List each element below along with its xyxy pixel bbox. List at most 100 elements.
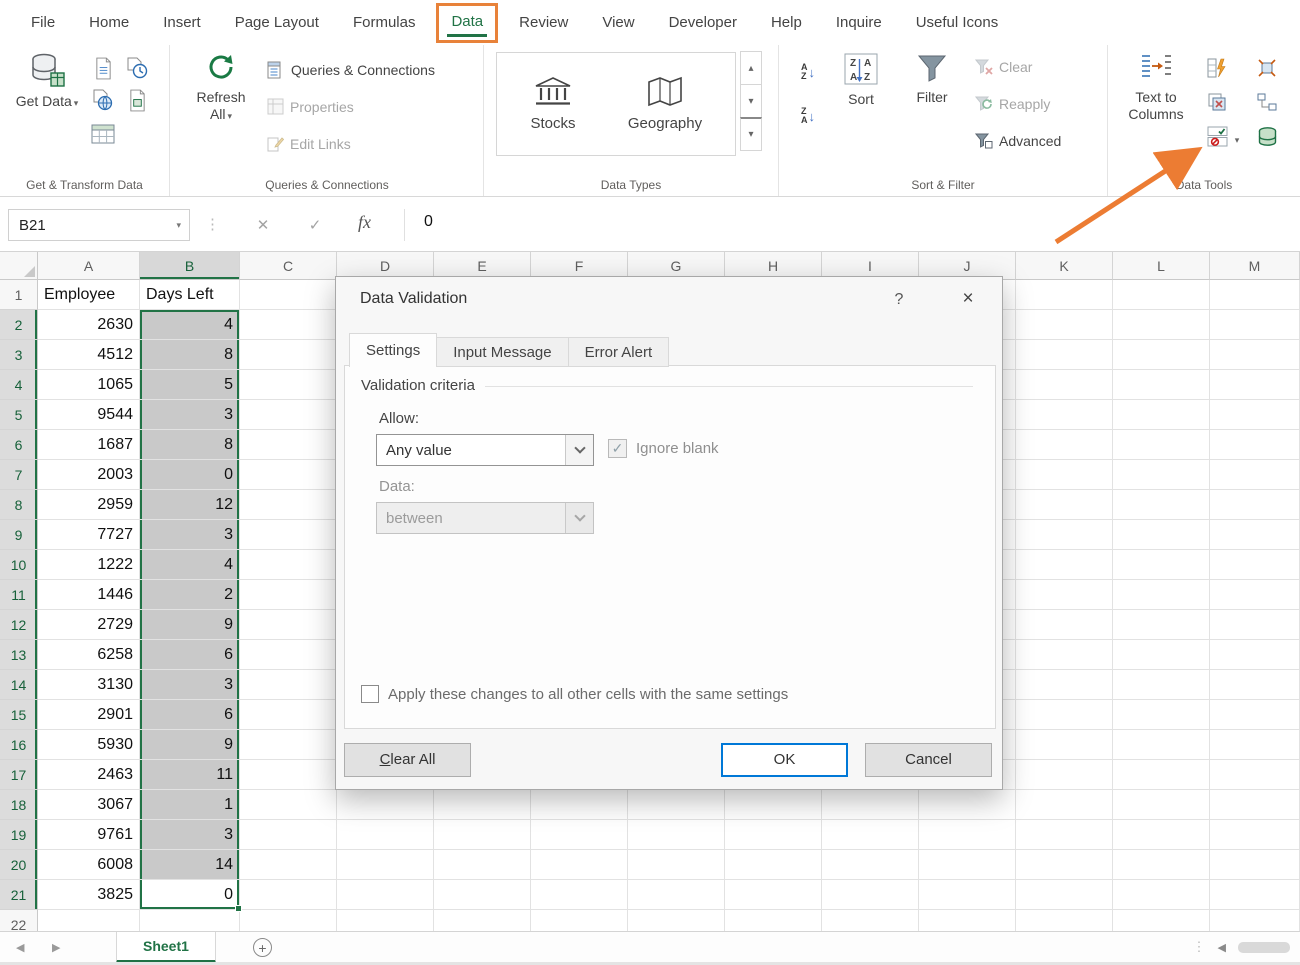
cell-K7[interactable] [1016, 460, 1113, 490]
insert-function-button[interactable]: fx [358, 212, 371, 233]
row-header-15[interactable]: 15 [0, 700, 38, 730]
cell-D18[interactable] [337, 790, 434, 820]
cell-M1[interactable] [1210, 280, 1300, 310]
cell-M20[interactable] [1210, 850, 1300, 880]
cell-A20[interactable]: 6008 [38, 850, 140, 880]
row-header-12[interactable]: 12 [0, 610, 38, 640]
cell-F20[interactable] [531, 850, 628, 880]
cancel-entry-button[interactable]: ✕ [246, 212, 280, 238]
tab-view[interactable]: View [585, 3, 651, 42]
sort-button[interactable]: ZAAZ Sort [831, 53, 891, 108]
cell-K2[interactable] [1016, 310, 1113, 340]
row-header-14[interactable]: 14 [0, 670, 38, 700]
tab-settings[interactable]: Settings [349, 333, 437, 367]
cell-K17[interactable] [1016, 760, 1113, 790]
cell-L17[interactable] [1113, 760, 1210, 790]
edit-links-button[interactable]: Edit Links [267, 135, 351, 152]
row-header-8[interactable]: 8 [0, 490, 38, 520]
cell-M10[interactable] [1210, 550, 1300, 580]
name-box[interactable]: B21 ▾ [8, 209, 190, 241]
cell-K12[interactable] [1016, 610, 1113, 640]
cell-A18[interactable]: 3067 [38, 790, 140, 820]
sheet-nav-right-button[interactable]: ▶ [52, 941, 60, 954]
cell-C8[interactable] [240, 490, 337, 520]
horizontal-scrollbar-thumb[interactable] [1238, 942, 1290, 953]
cell-K20[interactable] [1016, 850, 1113, 880]
fill-handle[interactable] [235, 905, 242, 912]
from-web-button[interactable] [90, 87, 116, 113]
stocks-data-type[interactable]: Stocks [497, 53, 609, 155]
cell-F18[interactable] [531, 790, 628, 820]
refresh-all-button[interactable]: Refresh All▾ [185, 51, 257, 125]
cell-H18[interactable] [725, 790, 822, 820]
cell-A12[interactable]: 2729 [38, 610, 140, 640]
cell-B11[interactable]: 2 [140, 580, 240, 610]
remove-duplicates-button[interactable] [1204, 89, 1230, 115]
cell-K15[interactable] [1016, 700, 1113, 730]
tab-insert[interactable]: Insert [146, 3, 218, 42]
cell-A11[interactable]: 1446 [38, 580, 140, 610]
cell-J22[interactable] [919, 910, 1016, 931]
gallery-scroll-up-button[interactable]: ▴ [740, 51, 762, 85]
flash-fill-button[interactable] [1204, 55, 1230, 81]
row-header-18[interactable]: 18 [0, 790, 38, 820]
tab-error-alert[interactable]: Error Alert [568, 337, 670, 367]
reapply-filter-button[interactable]: Reapply [975, 96, 1050, 112]
cell-A15[interactable]: 2901 [38, 700, 140, 730]
cell-A6[interactable]: 1687 [38, 430, 140, 460]
cell-L12[interactable] [1113, 610, 1210, 640]
sheet-nav-left-button[interactable]: ◀ [16, 941, 24, 954]
gallery-more-button[interactable]: ▾ [740, 117, 762, 151]
ignore-blank-checkbox[interactable]: ✓ Ignore blank [608, 439, 719, 458]
cell-K19[interactable] [1016, 820, 1113, 850]
row-header-7[interactable]: 7 [0, 460, 38, 490]
cell-I21[interactable] [822, 880, 919, 910]
column-header-L[interactable]: L [1113, 252, 1210, 280]
cell-M19[interactable] [1210, 820, 1300, 850]
cell-K9[interactable] [1016, 520, 1113, 550]
cell-A10[interactable]: 1222 [38, 550, 140, 580]
get-data-button[interactable]: Get Data▾ [12, 51, 82, 112]
cell-I19[interactable] [822, 820, 919, 850]
tab-inquire[interactable]: Inquire [819, 3, 899, 42]
cell-F21[interactable] [531, 880, 628, 910]
column-header-M[interactable]: M [1210, 252, 1300, 280]
cell-C2[interactable] [240, 310, 337, 340]
cell-J21[interactable] [919, 880, 1016, 910]
advanced-filter-button[interactable]: Advanced [975, 133, 1061, 149]
cell-E19[interactable] [434, 820, 531, 850]
cell-B6[interactable]: 8 [140, 430, 240, 460]
data-validation-caret[interactable]: ▾ [1230, 127, 1242, 153]
cell-M13[interactable] [1210, 640, 1300, 670]
column-header-K[interactable]: K [1016, 252, 1113, 280]
sheetbar-splitter[interactable]: ⋮ [1193, 939, 1206, 955]
cell-C4[interactable] [240, 370, 337, 400]
cell-F22[interactable] [531, 910, 628, 931]
cell-E18[interactable] [434, 790, 531, 820]
cell-M9[interactable] [1210, 520, 1300, 550]
cell-A21[interactable]: 3825 [38, 880, 140, 910]
row-header-10[interactable]: 10 [0, 550, 38, 580]
tab-review[interactable]: Review [502, 3, 585, 42]
cell-C12[interactable] [240, 610, 337, 640]
cell-I18[interactable] [822, 790, 919, 820]
cell-H19[interactable] [725, 820, 822, 850]
row-header-17[interactable]: 17 [0, 760, 38, 790]
cell-L6[interactable] [1113, 430, 1210, 460]
cell-C21[interactable] [240, 880, 337, 910]
cell-I20[interactable] [822, 850, 919, 880]
cell-C5[interactable] [240, 400, 337, 430]
cell-L14[interactable] [1113, 670, 1210, 700]
cell-C3[interactable] [240, 340, 337, 370]
cell-D21[interactable] [337, 880, 434, 910]
cell-B14[interactable]: 3 [140, 670, 240, 700]
cell-K11[interactable] [1016, 580, 1113, 610]
cancel-button[interactable]: Cancel [865, 743, 992, 777]
clear-all-button[interactable]: Clear All [344, 743, 471, 777]
cell-L11[interactable] [1113, 580, 1210, 610]
cell-B1[interactable]: Days Left [140, 280, 240, 310]
cell-B20[interactable]: 14 [140, 850, 240, 880]
cell-L18[interactable] [1113, 790, 1210, 820]
cell-L20[interactable] [1113, 850, 1210, 880]
cell-I22[interactable] [822, 910, 919, 931]
